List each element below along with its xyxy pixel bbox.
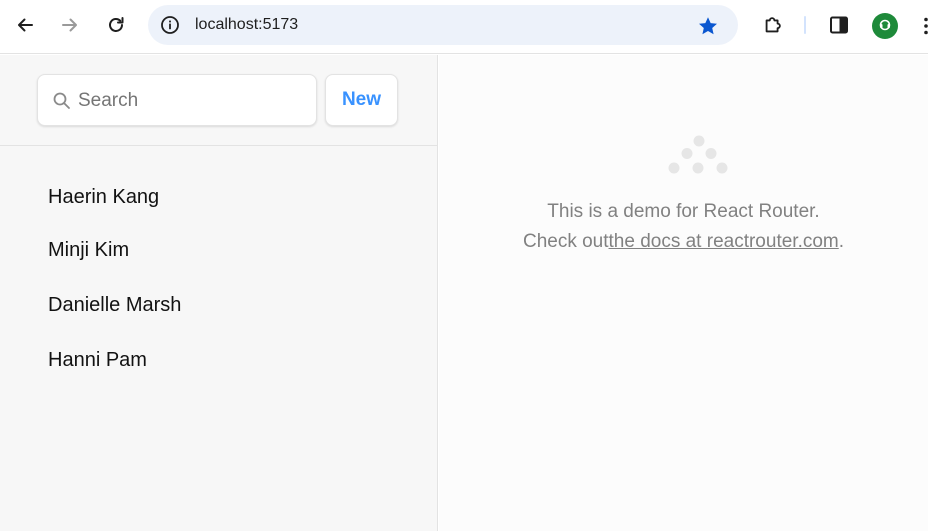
reload-button[interactable] bbox=[100, 9, 132, 41]
search-input[interactable] bbox=[78, 87, 308, 115]
side-panel-button[interactable] bbox=[823, 9, 855, 41]
sidebar: New Haerin Kang Minji Kim Danielle Marsh… bbox=[0, 55, 438, 531]
index-message: This is a demo for React Router. Check o… bbox=[439, 197, 928, 257]
site-info-button[interactable] bbox=[158, 13, 182, 37]
new-contact-button[interactable]: New bbox=[325, 74, 398, 126]
arrow-right-icon bbox=[62, 18, 77, 32]
contact-list-item[interactable]: Minji Kim bbox=[0, 223, 437, 278]
side-panel-icon bbox=[830, 16, 848, 34]
contact-list: Haerin Kang Minji Kim Danielle Marsh Han… bbox=[0, 171, 437, 388]
index-line-2-prefix: Check out bbox=[522, 231, 609, 252]
star-filled-icon bbox=[699, 17, 717, 35]
index-line-1: This is a demo for React Router. bbox=[547, 201, 820, 222]
extensions-button[interactable] bbox=[757, 9, 789, 41]
bookmark-button[interactable] bbox=[696, 14, 720, 38]
back-button[interactable] bbox=[9, 9, 41, 41]
detail-pane: This is a demo for React Router. Check o… bbox=[439, 55, 928, 531]
search-form bbox=[37, 74, 317, 126]
browser-toolbar: localhost:5173 bbox=[0, 0, 928, 54]
search-icon bbox=[53, 92, 70, 109]
reload-icon bbox=[109, 17, 124, 32]
address-bar[interactable]: localhost:5173 bbox=[148, 5, 738, 45]
info-circle-icon bbox=[161, 16, 179, 34]
contact-list-item[interactable]: Hanni Pam bbox=[0, 333, 437, 388]
profile-avatar[interactable] bbox=[872, 13, 898, 39]
forward-button[interactable] bbox=[54, 9, 86, 41]
react-router-logo-icon bbox=[668, 135, 728, 174]
index-line-2-suffix: . bbox=[838, 231, 845, 252]
toolbar-divider bbox=[804, 16, 806, 34]
puzzle-icon bbox=[765, 17, 781, 33]
browser-menu-button[interactable] bbox=[918, 13, 928, 39]
contact-list-item[interactable]: Haerin Kang bbox=[0, 171, 437, 223]
more-vertical-icon bbox=[924, 17, 928, 35]
url-text[interactable]: localhost:5173 bbox=[195, 16, 298, 34]
docs-link[interactable]: the docs at reactrouter.com bbox=[609, 231, 839, 252]
sidebar-divider bbox=[0, 145, 437, 146]
avatar-icon bbox=[879, 19, 891, 31]
contact-list-item[interactable]: Danielle Marsh bbox=[0, 278, 437, 333]
index-line-2: Check outthe docs at reactrouter.com. bbox=[439, 227, 928, 257]
arrow-left-icon bbox=[18, 18, 33, 32]
